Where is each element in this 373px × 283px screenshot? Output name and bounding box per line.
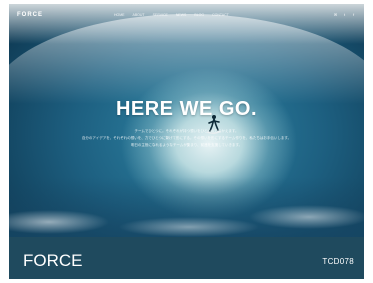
hero-description-line: 自分のアイデアを、それぞれの想いを、力でひとつに繋げて形にする。その想いを形にす… <box>81 136 292 140</box>
theme-name: FORCE <box>23 251 83 270</box>
nav-item-service[interactable]: SERVICE <box>153 13 168 17</box>
theme-preview-card[interactable]: FORCE HOME ABOUT SERVICE NEWS BLOG CONTA… <box>9 4 364 279</box>
site-logo[interactable]: FORCE <box>17 12 43 18</box>
wave-foam <box>9 177 364 237</box>
nav-item-news[interactable]: NEWS <box>176 13 187 17</box>
social-links: ✉ t f <box>333 12 356 17</box>
site-header: FORCE HOME ABOUT SERVICE NEWS BLOG CONTA… <box>9 4 364 28</box>
nav-item-blog[interactable]: BLOG <box>194 13 204 17</box>
hero-description-line: 明日の主役になれるようなチームが集まり、前進を支援していきます。 <box>130 143 243 147</box>
mail-icon[interactable]: ✉ <box>333 12 338 17</box>
nav-item-contact[interactable]: CONTACT <box>212 13 229 17</box>
nav-item-about[interactable]: ABOUT <box>133 13 145 17</box>
twitter-icon[interactable]: t <box>342 12 347 17</box>
hero-description: チームでひとつに。それぞれが持つ想いをひとつの力にかえます。 自分のアイデアを、… <box>49 128 324 149</box>
main-nav: HOME ABOUT SERVICE NEWS BLOG CONTACT <box>114 13 229 17</box>
facebook-icon[interactable]: f <box>351 12 356 17</box>
hero-headline: HERE WE GO. <box>115 98 258 120</box>
hero-description-line: チームでひとつに。それぞれが持つ想いをひとつの力にかえます。 <box>134 129 239 133</box>
theme-code: TCD078 <box>322 257 354 266</box>
nav-item-home[interactable]: HOME <box>114 13 125 17</box>
hero-image: FORCE HOME ABOUT SERVICE NEWS BLOG CONTA… <box>9 4 364 237</box>
